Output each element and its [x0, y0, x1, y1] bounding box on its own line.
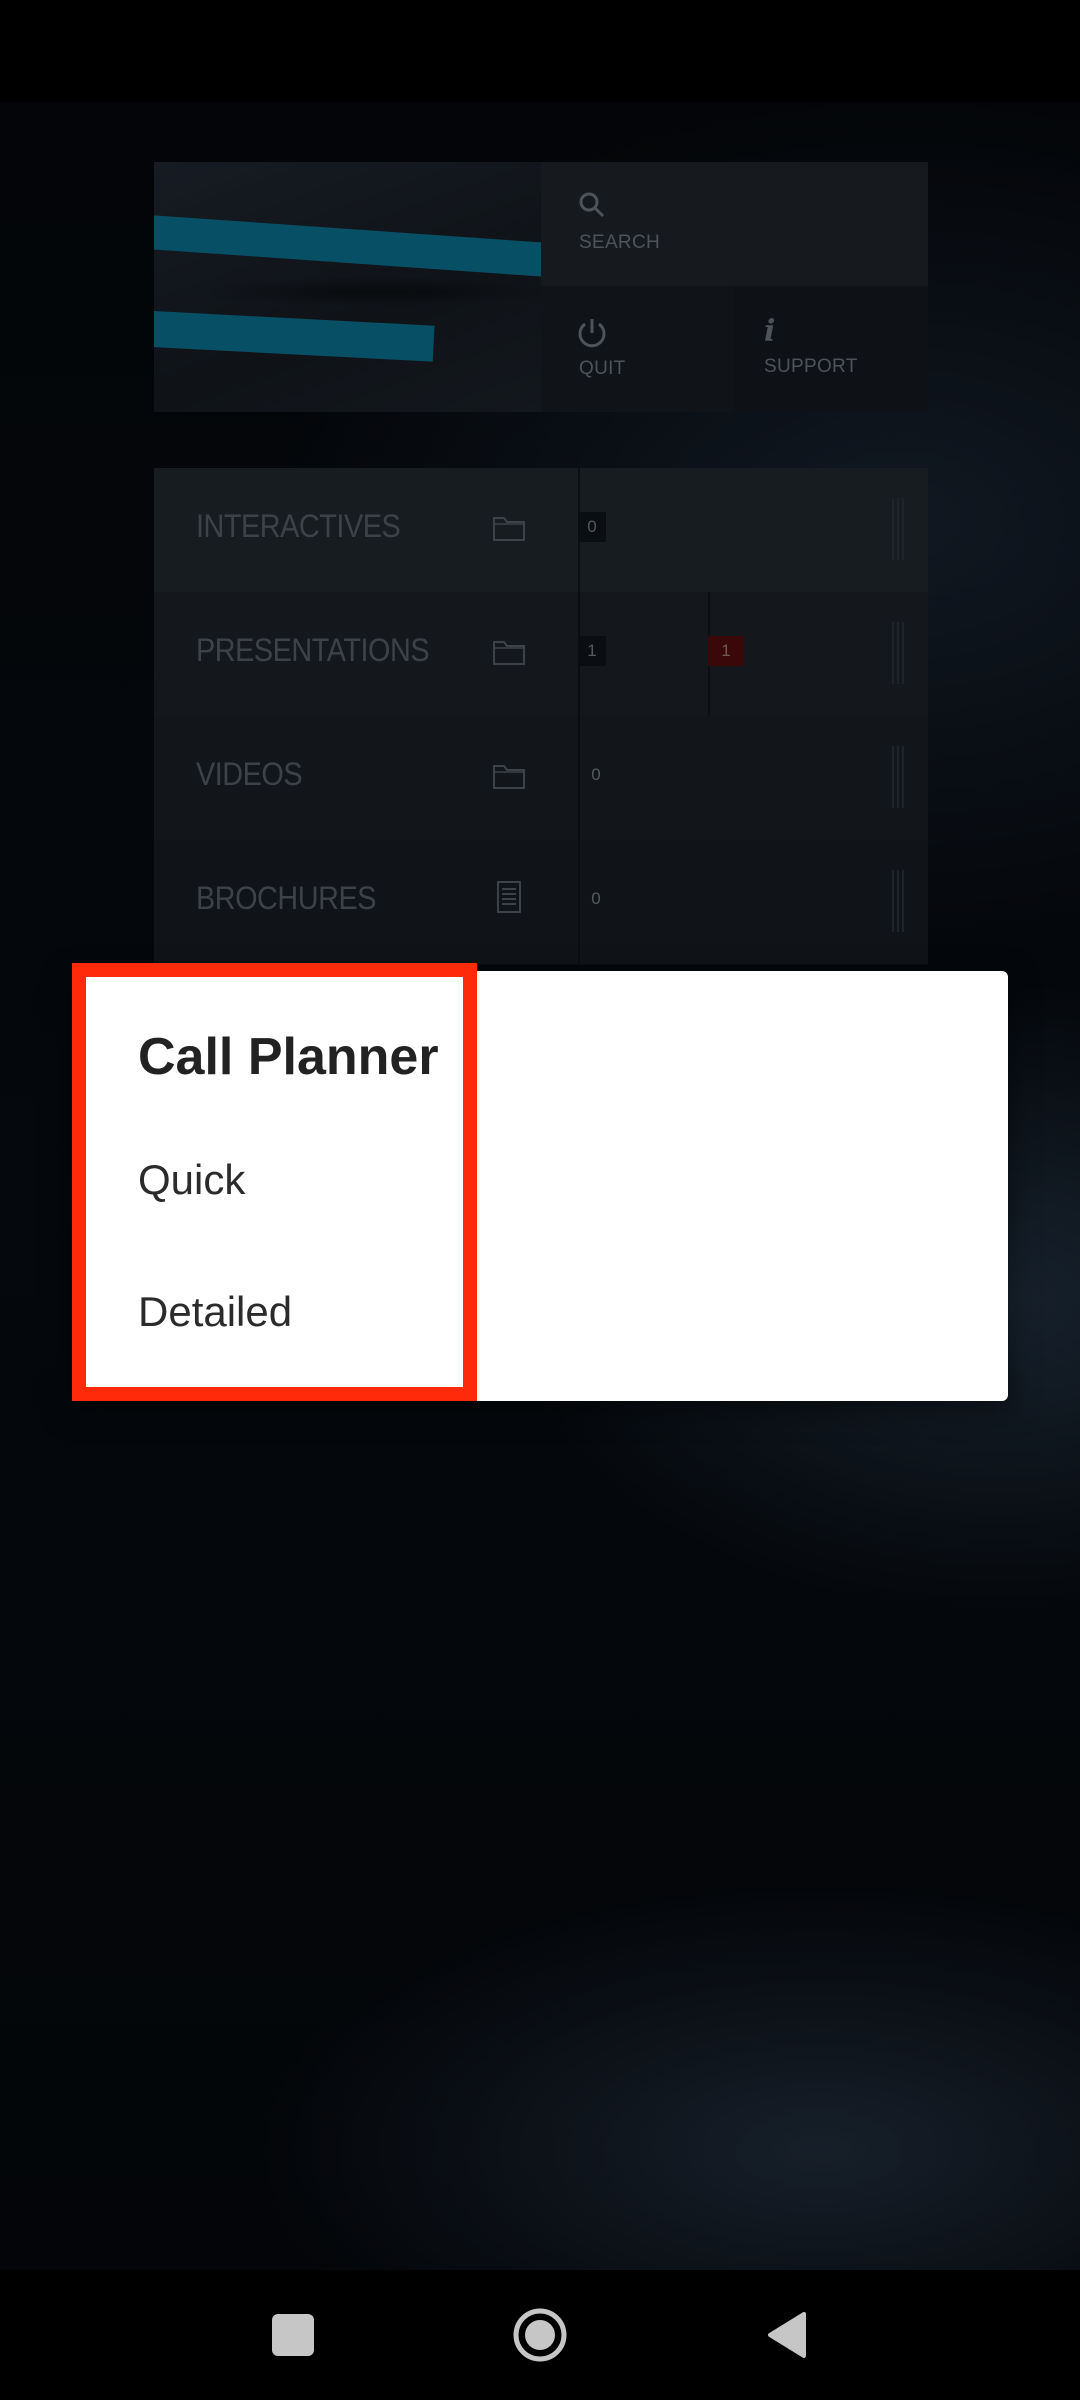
- home-icon[interactable]: [512, 2307, 568, 2363]
- back-icon[interactable]: [764, 2310, 808, 2360]
- navigation-bar: [0, 2270, 1080, 2400]
- option-quick[interactable]: Quick: [138, 1156, 245, 1204]
- option-detailed[interactable]: Detailed: [138, 1288, 292, 1336]
- call-planner-dialog: Call Planner Quick Detailed: [72, 971, 1008, 1401]
- dialog-title: Call Planner: [138, 1028, 439, 1086]
- recent-apps-icon[interactable]: [272, 2314, 314, 2356]
